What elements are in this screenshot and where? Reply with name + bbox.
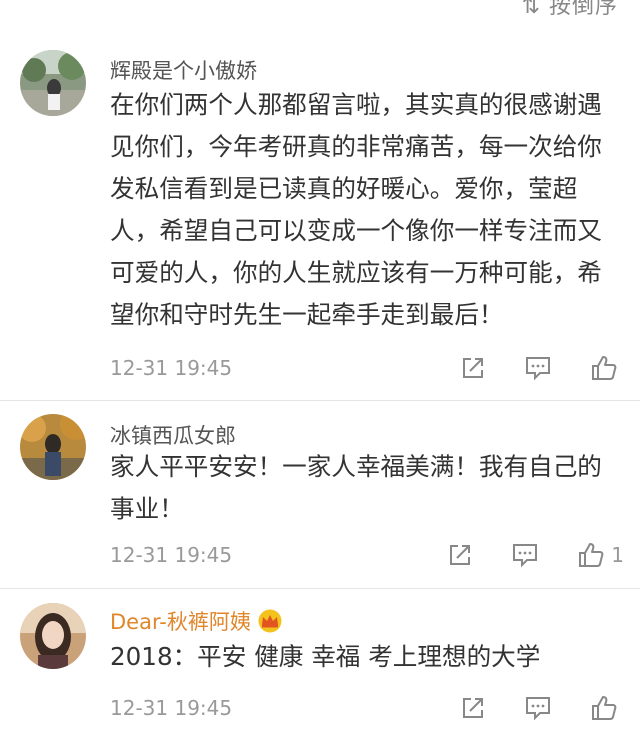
comment-meta: 12-31 19:45 1: [110, 537, 624, 573]
comment-text: 在你们两个人那都留言啦，其实真的很感谢遇见你们，今年考研真的非常痛苦，每一次给你…: [110, 90, 602, 329]
reply-button[interactable]: [524, 695, 552, 721]
comment-icon: [526, 697, 550, 721]
comment-actions: [422, 690, 624, 726]
comment-icon: [513, 544, 538, 568]
thumbs-up-icon: [592, 356, 617, 380]
avatar-photo-icon: [20, 50, 86, 116]
avatar[interactable]: [20, 50, 86, 116]
comment-actions: [422, 350, 624, 386]
like-button[interactable]: 1: [577, 541, 624, 569]
share-icon: [450, 545, 471, 565]
share-button[interactable]: [460, 695, 486, 721]
like-button[interactable]: [590, 694, 624, 722]
comment-text: 2018：平安 健康 幸福 考上理想的大学: [110, 642, 541, 671]
comment-meta: 12-31 19:45: [110, 350, 624, 386]
share-icon: [463, 698, 483, 718]
share-button[interactable]: [460, 355, 486, 381]
like-count: 1: [611, 543, 624, 567]
avatar[interactable]: [20, 414, 86, 480]
avatar-photo-icon: [20, 603, 86, 669]
comment-actions: 1: [409, 537, 624, 573]
avatar[interactable]: [20, 603, 86, 669]
comment-time: 12-31 19:45: [110, 543, 233, 567]
comment-time: 12-31 19:45: [110, 696, 233, 720]
share-button[interactable]: [447, 542, 473, 568]
like-button[interactable]: [590, 354, 624, 382]
username-text: Dear-秋裤阿姨: [110, 610, 251, 634]
divider: [0, 588, 640, 589]
crown-icon: [257, 609, 283, 638]
avatar-photo-icon: [20, 414, 86, 480]
comment-time: 12-31 19:45: [110, 356, 233, 380]
comment-text: 家人平平安安！一家人幸福美满！我有自己的事业！: [110, 452, 602, 523]
thumbs-up-icon: [579, 543, 604, 567]
username[interactable]: Dear-秋裤阿姨: [110, 606, 283, 638]
reply-button[interactable]: [524, 355, 552, 381]
comment-meta: 12-31 19:45: [110, 690, 624, 726]
comment-icon: [526, 357, 550, 381]
reply-button[interactable]: [511, 542, 539, 568]
username[interactable]: 辉殿是个小傲娇: [110, 55, 257, 85]
sort-toggle[interactable]: ⇅ 按倒序: [522, 0, 618, 16]
divider: [0, 400, 640, 401]
sort-bar: ⇅ 按倒序: [0, 0, 640, 16]
share-icon: [463, 358, 483, 378]
thumbs-up-icon: [592, 696, 617, 720]
